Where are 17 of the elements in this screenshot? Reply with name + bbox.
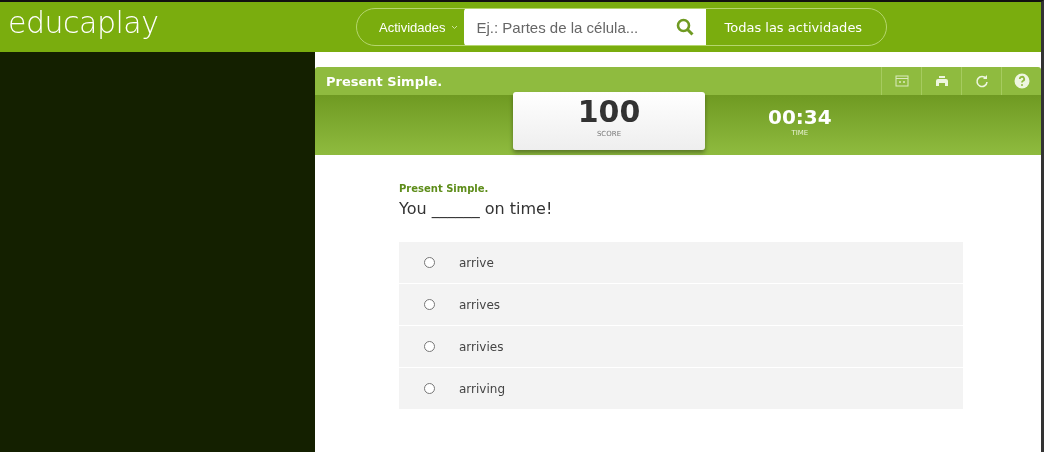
activity-title: Present Simple.	[325, 73, 444, 89]
option-label: arriving	[459, 381, 505, 396]
option-label: arrive	[459, 255, 494, 270]
answer-option[interactable]: arrives	[399, 284, 963, 325]
radio-button[interactable]	[424, 383, 435, 394]
answer-option[interactable]: arrive	[399, 242, 963, 283]
time-value: 00:34	[768, 105, 832, 129]
answer-option[interactable]: arriving	[399, 368, 963, 409]
question-title: Present Simple.	[399, 183, 490, 194]
score-value: 100	[577, 94, 641, 130]
radio-button[interactable]	[424, 257, 435, 268]
option-label: arrives	[459, 297, 501, 312]
answer-option[interactable]: arrivies	[399, 326, 963, 367]
question-text: You ______ on time!	[399, 199, 554, 218]
radio-button[interactable]	[424, 341, 435, 352]
option-label: arrivies	[459, 339, 504, 354]
radio-button[interactable]	[424, 299, 435, 310]
